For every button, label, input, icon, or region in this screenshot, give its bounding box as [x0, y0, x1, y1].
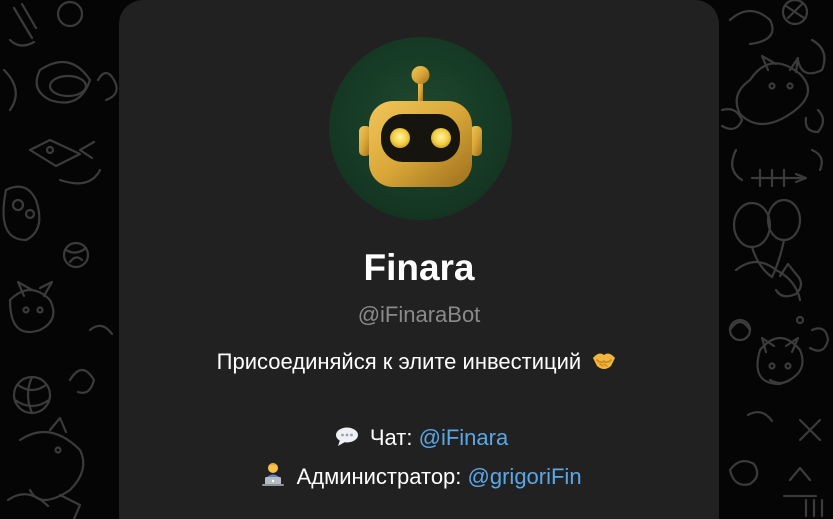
chat-link[interactable]: @iFinara	[419, 425, 509, 450]
admin-link[interactable]: @grigoriFin	[468, 464, 582, 489]
chat-info-line: Чат: @iFinara	[119, 424, 719, 455]
chat-label: Чат:	[369, 425, 413, 450]
bot-avatar	[329, 37, 512, 220]
technologist-icon	[260, 461, 286, 494]
bot-tagline: Присоединяйся к элите инвестиций	[216, 349, 582, 374]
admin-info-line: Администратор: @grigoriFin	[119, 461, 719, 494]
bot-tagline-line: Присоединяйся к элите инвестиций	[119, 348, 719, 379]
bot-profile-card: Finara @iFinaraBot Присоединяйся к элите…	[119, 0, 719, 519]
bot-username: @iFinaraBot	[357, 302, 481, 327]
speech-bubble-icon	[334, 426, 360, 455]
admin-label: Администратор:	[296, 464, 462, 489]
handshake-icon	[591, 348, 617, 379]
chat-background: Finara @iFinaraBot Присоединяйся к элите…	[0, 0, 833, 519]
robot-avatar-icon	[359, 66, 482, 187]
bot-name: Finara	[363, 247, 475, 288]
